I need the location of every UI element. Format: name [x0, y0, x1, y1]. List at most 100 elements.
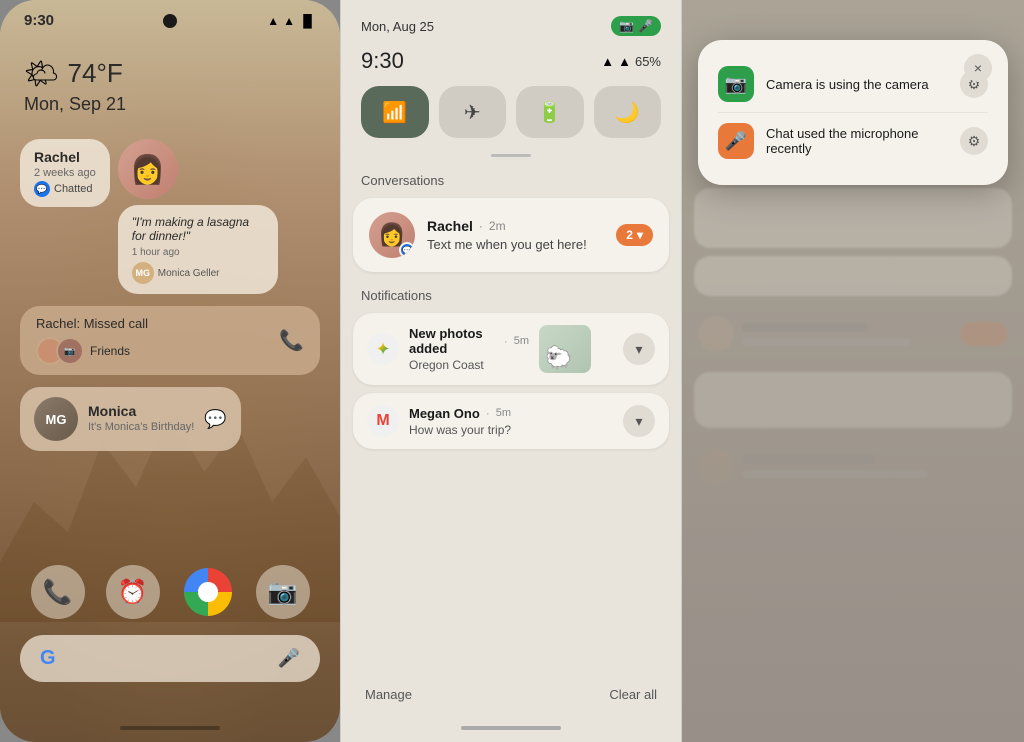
notif-date: Mon, Aug 25: [361, 19, 434, 34]
quote-card[interactable]: "I'm making a lasagna for dinner!" 1 hou…: [118, 205, 278, 294]
dialog-close-button[interactable]: ×: [964, 54, 992, 82]
camera-app-icon[interactable]: 📷: [256, 565, 310, 619]
weather-temperature: 74°F: [68, 58, 123, 89]
photos-notif-body: Oregon Coast: [409, 358, 529, 372]
camera-perm-glyph: 📷: [725, 74, 747, 95]
mic-perm-glyph: 🎤: [725, 131, 747, 152]
weather-icon: 🌤: [24, 57, 60, 90]
behind-avatar-2: [698, 448, 734, 484]
rachel-badge-row: 💬 Chatted: [34, 181, 96, 197]
battery-percentage: 65%: [635, 54, 661, 69]
status-icons: ▲ ▲ ▐▌: [267, 14, 316, 28]
photos-expand-btn[interactable]: ▾: [623, 333, 655, 365]
close-icon: ×: [974, 60, 982, 76]
wifi-quick-icon: 📶: [382, 100, 407, 125]
notification-shade: Mon, Aug 25 📷 🎤 9:30 ▲ ▲ 65% 📶 ✈ 🔋 🌙: [340, 0, 682, 742]
conv-row: 👩 💬 Rachel · 2m Text me when you get her…: [369, 212, 653, 258]
friend-avatar-2: 📷: [56, 337, 84, 365]
rachel-conv-message: Text me when you get here!: [427, 237, 604, 252]
google-logo: G: [40, 647, 56, 670]
notif-time-row: 9:30 ▲ ▲ 65%: [341, 44, 681, 86]
quote-text: "I'm making a lasagna for dinner!": [132, 215, 264, 243]
notif-nav-indicator: [461, 726, 561, 730]
missed-call-section: Rachel: Missed call 📷 Friends 📞: [20, 306, 320, 375]
megan-notif-name: Megan Ono: [409, 406, 480, 421]
manage-button[interactable]: Manage: [365, 687, 412, 702]
notif-bottom-actions: Manage Clear all: [341, 671, 681, 718]
behind-row-2: [682, 436, 1024, 496]
missed-call-icon: 📞: [279, 328, 304, 353]
permission-panel: × 📷 Camera is using the camera ⚙ 🎤 Chat …: [682, 0, 1024, 742]
rachel-conv-name-row: Rachel · 2m: [427, 218, 604, 234]
missed-call-content: Rachel: Missed call 📷 Friends: [36, 316, 148, 365]
home-status-bar: 9:30 ▲ ▲ ▐▌: [0, 0, 340, 37]
conversations-label: Conversations: [341, 173, 681, 198]
chat-settings-gear[interactable]: ⚙: [960, 127, 988, 155]
chrome-app-icon[interactable]: [181, 565, 235, 619]
megan-expand-btn[interactable]: ▾: [623, 405, 655, 437]
camera-perm-icon: 📷: [718, 66, 754, 102]
clear-all-button[interactable]: Clear all: [609, 687, 657, 702]
megan-dot: ·: [486, 406, 490, 420]
rachel-expand-badge[interactable]: 2 ▾: [616, 224, 653, 246]
megan-notif-body: How was your trip?: [409, 423, 613, 437]
camera-permission-text: Camera is using the camera: [766, 77, 948, 92]
gmail-icon-glyph: M: [376, 412, 389, 430]
gear-icon-chat: ⚙: [968, 133, 981, 150]
missed-call-widget[interactable]: Rachel: Missed call 📷 Friends 📞: [20, 306, 320, 375]
home-time: 9:30: [24, 12, 54, 29]
battery-icon: ▐▌: [299, 14, 316, 28]
rachel-time: 2 weeks ago: [34, 167, 96, 179]
megan-notif-time: 5m: [496, 407, 511, 419]
photos-thumbnail: [539, 325, 591, 373]
quote-timestamp: 1 hour ago: [132, 247, 180, 258]
dark-mode-toggle[interactable]: 🌙: [594, 86, 662, 138]
friends-avatars: 📷: [36, 337, 84, 365]
rachel-chatted: Chatted: [54, 183, 93, 195]
rachel-conv-timestamp: 2m: [489, 219, 506, 233]
microphone-icon: 🎤: [278, 648, 300, 669]
photos-notification-card[interactable]: ✦ New photos added · 5m Oregon Coast ▾: [353, 313, 669, 385]
behind-content: [682, 180, 1024, 742]
clock-app-icon[interactable]: ⏰: [106, 565, 160, 619]
friends-label: Friends: [90, 344, 130, 358]
phone-app-icon[interactable]: 📞: [31, 565, 85, 619]
airplane-quick-toggle[interactable]: ✈: [439, 86, 507, 138]
rachel-conversation-card[interactable]: 👩 💬 Rachel · 2m Text me when you get her…: [353, 198, 669, 272]
monica-widget[interactable]: MG Monica It's Monica's Birthday! 💬: [20, 387, 241, 451]
clock-icon-glyph: ⏰: [118, 578, 148, 607]
behind-text-2: [742, 454, 1008, 478]
app-dock: 📞 ⏰ 📷 G 🎤: [0, 565, 340, 682]
dock-icons-row: 📞 ⏰ 📷: [20, 565, 320, 619]
home-widgets: Rachel 2 weeks ago 💬 Chatted 👩 "I'm maki…: [0, 123, 340, 467]
wifi-quick-toggle[interactable]: 📶: [361, 86, 429, 138]
chat-permission-text: Chat used the microphone recently: [766, 126, 948, 156]
messenger-icon: 💬: [204, 409, 226, 430]
badge-count: 2: [626, 228, 633, 242]
home-screen: 9:30 ▲ ▲ ▐▌ 🌤 74°F Mon, Sep 21 Rachel 2 …: [0, 0, 340, 742]
notif-status-icons: 📷 🎤: [611, 16, 661, 36]
megan-notif-top: M Megan Ono · 5m How was your trip? ▾: [367, 405, 655, 437]
rachel-chat-card[interactable]: Rachel 2 weeks ago 💬 Chatted: [20, 139, 110, 207]
message-icon: 💬: [34, 181, 50, 197]
quick-settings-row: 📶 ✈ 🔋 🌙: [341, 86, 681, 154]
megan-notification-card[interactable]: M Megan Ono · 5m How was your trip? ▾: [353, 393, 669, 449]
battery-saver-toggle[interactable]: 🔋: [516, 86, 584, 138]
photos-icon-glyph: ✦: [375, 339, 390, 360]
expand-chevron: ▾: [637, 228, 643, 242]
monica-sender-row: MG Monica Geller: [132, 262, 264, 284]
notif-time: 9:30: [361, 48, 404, 74]
monica-sender-name: Monica Geller: [158, 268, 220, 279]
home-nav-indicator: [120, 726, 220, 730]
mic-active-icon: 🎤: [638, 19, 653, 33]
camera-active-icon: 📷: [619, 19, 634, 33]
google-search-bar[interactable]: G 🎤: [20, 635, 320, 682]
rachel-avatar: 👩: [118, 139, 178, 199]
monica-widget-sub: It's Monica's Birthday!: [88, 421, 194, 433]
notifications-label: Notifications: [341, 288, 681, 313]
message-app-badge: 💬: [399, 242, 415, 258]
behind-text-1: [742, 322, 952, 346]
photos-notif-info: New photos added · 5m Oregon Coast: [409, 326, 529, 372]
behind-row-1: [682, 304, 1024, 364]
rachel-conv-avatar: 👩 💬: [369, 212, 415, 258]
